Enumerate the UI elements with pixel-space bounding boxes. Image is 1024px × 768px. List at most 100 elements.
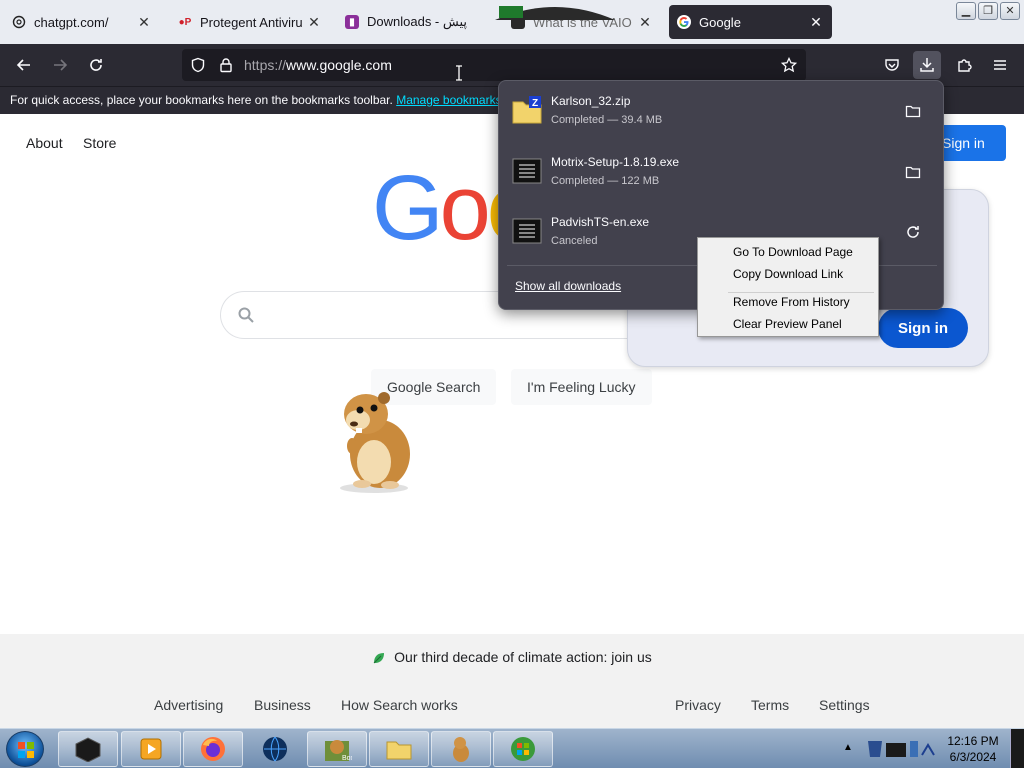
shield-icon[interactable] xyxy=(190,57,206,73)
downloads-button[interactable] xyxy=(913,51,941,79)
tab-google[interactable]: Google ✕ xyxy=(669,5,832,39)
advertising-link[interactable]: Advertising xyxy=(154,697,223,713)
climate-text: Our third decade of climate action: join… xyxy=(394,649,652,665)
windows-logo-icon xyxy=(18,742,34,758)
menu-separator xyxy=(728,292,874,293)
close-icon[interactable]: ✕ xyxy=(136,14,152,31)
tab-title: Protegent Antivirus F xyxy=(200,14,302,30)
download-icon xyxy=(920,58,934,72)
leaf-icon xyxy=(373,653,385,664)
feeling-lucky-button[interactable]: I'm Feeling Lucky xyxy=(511,369,652,405)
download-status: Canceled xyxy=(551,235,598,247)
address-bar[interactable]: https://www.google.com xyxy=(182,49,806,81)
close-window-icon[interactable]: ✕ xyxy=(1000,2,1020,20)
system-clock[interactable]: 12:16 PM 6/3/2024 xyxy=(940,733,1006,765)
globe-icon xyxy=(263,736,287,762)
exe-file-icon xyxy=(512,218,542,244)
terms-link[interactable]: Terms xyxy=(751,697,789,713)
tab-title: Google xyxy=(699,14,741,30)
menu-button[interactable] xyxy=(986,51,1014,79)
tab-title: chatgpt.com/ xyxy=(34,14,109,30)
hamster-icon xyxy=(453,737,469,762)
close-icon[interactable]: ✕ xyxy=(808,14,824,31)
download-filename: Motrix-Setup-1.8.19.exe xyxy=(551,155,680,169)
downloads-site-icon: ▮ xyxy=(345,15,359,29)
text-cursor-icon xyxy=(456,65,462,81)
tab-strip: chatgpt.com/ ✕ ●P Protegent Antivirus F … xyxy=(0,0,1024,44)
download-item[interactable]: Z Karlson_32.zip Completed — 39.4 MB xyxy=(507,85,937,141)
download-context-menu: Go To Download Page Copy Download Link R… xyxy=(697,237,879,337)
extensions-button[interactable] xyxy=(950,51,978,79)
url-text[interactable]: https://www.google.com xyxy=(244,57,392,73)
restore-icon[interactable]: ❐ xyxy=(978,2,998,20)
media-player-icon xyxy=(140,738,162,760)
reload-button[interactable] xyxy=(82,51,110,79)
close-icon[interactable]: ✕ xyxy=(306,14,322,31)
menu-item-copy-download-link[interactable]: Copy Download Link xyxy=(733,267,843,281)
firefox-icon xyxy=(201,737,225,761)
how-search-works-link[interactable]: How Search works xyxy=(341,697,458,713)
url-host: www.google.com xyxy=(286,57,392,73)
taskbar-app-globe[interactable] xyxy=(245,731,305,767)
windows-flag-icon xyxy=(511,737,535,761)
taskbar-app-firefox[interactable] xyxy=(183,731,243,767)
settings-link[interactable]: Settings xyxy=(819,697,870,713)
taskbar-app-explorer[interactable] xyxy=(369,731,429,767)
svg-text:Box: Box xyxy=(342,755,352,762)
minimize-icon[interactable]: ▁ xyxy=(956,2,976,20)
climate-message[interactable]: Our third decade of climate action: join… xyxy=(0,649,1024,665)
open-folder-button[interactable] xyxy=(901,99,925,123)
menu-item-clear-preview-panel[interactable]: Clear Preview Panel xyxy=(733,317,842,331)
clock-time: 12:16 PM xyxy=(947,734,999,748)
download-item[interactable]: Motrix-Setup-1.8.19.exe Completed — 122 … xyxy=(507,146,937,202)
google-icon xyxy=(677,15,691,29)
menu-item-remove-from-history[interactable]: Remove From History xyxy=(733,295,850,309)
show-all-downloads-link[interactable]: Show all downloads xyxy=(515,279,621,293)
hamster-box-icon: Box xyxy=(325,740,352,762)
tab-title: Downloads - چاپ پیش xyxy=(367,14,469,29)
logo-letter: o xyxy=(439,157,491,259)
windows-taskbar: Box ▲ 12:16 PM 6/3/2024 xyxy=(0,728,1024,768)
puzzle-icon xyxy=(958,59,972,72)
privacy-link[interactable]: Privacy xyxy=(675,697,721,713)
tab-downloads-site[interactable]: ▮ Downloads - چاپ پیش xyxy=(337,5,497,39)
taskbar-app-hamster[interactable] xyxy=(431,731,491,767)
taskbar-app-windows-orb[interactable] xyxy=(493,731,553,767)
about-link[interactable]: About xyxy=(26,135,63,151)
taskbar-app-media[interactable] xyxy=(121,731,181,767)
pocket-button[interactable] xyxy=(878,51,906,79)
svg-text:Z: Z xyxy=(532,98,538,109)
close-icon[interactable]: ✕ xyxy=(637,14,653,31)
tab-protegent[interactable]: ●P Protegent Antivirus F ✕ xyxy=(170,5,330,39)
back-arrow-icon xyxy=(16,59,30,71)
back-button[interactable] xyxy=(10,51,38,79)
download-status: Completed — 39.4 MB xyxy=(551,114,663,126)
zip-file-icon: Z xyxy=(512,96,542,124)
google-signin-button[interactable]: Sign in xyxy=(936,125,1006,161)
forward-button[interactable] xyxy=(46,51,74,79)
retry-download-button[interactable] xyxy=(901,220,925,244)
download-status: Completed — 122 MB xyxy=(551,175,660,187)
show-desktop-button[interactable] xyxy=(1010,729,1024,768)
open-folder-button[interactable] xyxy=(901,160,925,184)
exe-file-icon xyxy=(512,158,542,184)
manage-bookmarks-link[interactable]: Manage bookmarks... xyxy=(396,93,511,107)
menu-item-go-to-download-page[interactable]: Go To Download Page xyxy=(733,245,853,259)
tab-chatgpt[interactable]: chatgpt.com/ ✕ xyxy=(4,5,160,39)
tray-expand-icon[interactable]: ▲ xyxy=(843,742,853,753)
search-icon xyxy=(238,307,254,323)
bookmarks-hint: For quick access, place your bookmarks h… xyxy=(10,93,512,107)
store-link[interactable]: Store xyxy=(83,135,116,151)
bookmark-star-icon[interactable] xyxy=(781,57,797,73)
logo-letter: G xyxy=(372,157,444,259)
business-link[interactable]: Business xyxy=(254,697,311,713)
taskbar-app-terminal[interactable] xyxy=(58,731,118,767)
lock-icon[interactable] xyxy=(218,57,234,73)
taskbar-app-hamster-box[interactable]: Box xyxy=(307,731,367,767)
start-button[interactable] xyxy=(6,731,44,767)
bookmarks-hint-text: For quick access, place your bookmarks h… xyxy=(10,93,393,107)
system-tray-icons[interactable] xyxy=(866,735,936,763)
retry-icon xyxy=(907,226,919,238)
black-box-icon xyxy=(75,737,101,762)
card-signin-button[interactable]: Sign in xyxy=(878,308,968,348)
